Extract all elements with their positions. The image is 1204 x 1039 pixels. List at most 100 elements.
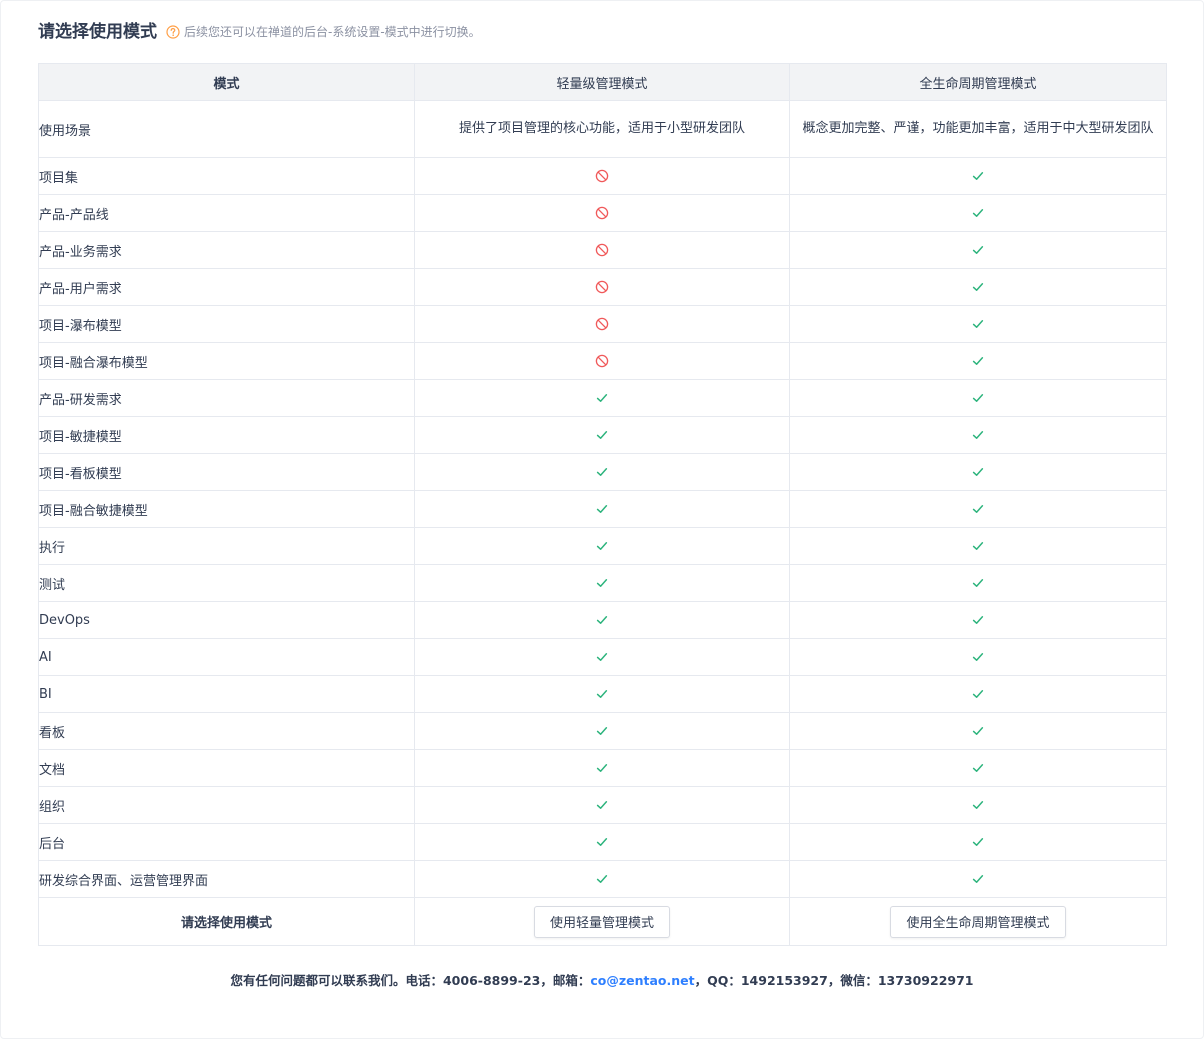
check-icon (595, 539, 609, 553)
table-row: AI (38, 638, 1167, 676)
ban-icon (595, 206, 609, 220)
table-row: 产品-业务需求 (38, 231, 1167, 269)
light-mode-support (414, 453, 790, 491)
full-mode-support (789, 305, 1167, 343)
feature-name: 产品-业务需求 (38, 231, 415, 269)
use-full-mode-button[interactable]: 使用全生命周期管理模式 (890, 905, 1066, 938)
table-row: 看板 (38, 712, 1167, 750)
contact-prefix: 您有任何问题都可以联系我们。电话：4006-8899-23，邮箱： (230, 973, 591, 988)
check-icon (971, 169, 985, 183)
full-mode-support (789, 453, 1167, 491)
header-tip: 后续您还可以在禅道的后台-系统设置-模式中进行切换。 (184, 25, 481, 39)
check-icon (971, 576, 985, 590)
full-mode-support (789, 416, 1167, 454)
table-row: 测试 (38, 564, 1167, 602)
footer-label: 请选择使用模式 (38, 897, 415, 946)
scene-row: 使用场景 提供了项目管理的核心功能，适用于小型研发团队 概念更加完整、严谨，功能… (38, 100, 1167, 158)
footer-full-cell: 使用全生命周期管理模式 (789, 897, 1167, 946)
feature-name: 文档 (38, 749, 415, 787)
light-mode-support (414, 823, 790, 861)
full-mode-support (789, 490, 1167, 528)
feature-name: 产品-研发需求 (38, 379, 415, 417)
check-icon (595, 835, 609, 849)
ban-icon (595, 354, 609, 368)
feature-name: 测试 (38, 564, 415, 602)
full-mode-support (789, 786, 1167, 824)
light-mode-support (414, 712, 790, 750)
scene-label: 使用场景 (38, 100, 415, 158)
footer-row: 请选择使用模式 使用轻量管理模式 使用全生命周期管理模式 (38, 897, 1167, 946)
light-mode-support (414, 638, 790, 676)
light-mode-support (414, 675, 790, 713)
table-row: 产品-用户需求 (38, 268, 1167, 306)
light-mode-support (414, 305, 790, 343)
table-row: 产品-产品线 (38, 194, 1167, 232)
check-icon (595, 428, 609, 442)
mode-comparison-table: 模式 轻量级管理模式 全生命周期管理模式 使用场景 提供了项目管理的核心功能，适… (38, 63, 1167, 946)
footer-light-cell: 使用轻量管理模式 (414, 897, 790, 946)
light-mode-support (414, 157, 790, 195)
table-row: 项目-融合敏捷模型 (38, 490, 1167, 528)
light-mode-support (414, 860, 790, 898)
page-title: 请选择使用模式 (38, 22, 157, 42)
table-header-row: 模式 轻量级管理模式 全生命周期管理模式 (38, 63, 1167, 101)
check-icon (595, 391, 609, 405)
light-mode-support (414, 601, 790, 639)
check-icon (595, 576, 609, 590)
check-icon (971, 280, 985, 294)
check-icon (595, 502, 609, 516)
check-icon (971, 539, 985, 553)
contact-suffix: ，QQ：1492153927，微信：13730922971 (694, 973, 974, 988)
feature-name: 看板 (38, 712, 415, 750)
full-mode-support (789, 749, 1167, 787)
check-icon (971, 428, 985, 442)
column-header-light: 轻量级管理模式 (414, 63, 790, 101)
full-mode-support (789, 860, 1167, 898)
light-mode-support (414, 749, 790, 787)
table-row: BI (38, 675, 1167, 713)
feature-name: 项目-融合瀑布模型 (38, 342, 415, 380)
light-mode-support (414, 379, 790, 417)
check-icon (595, 465, 609, 479)
feature-name: 研发综合界面、运营管理界面 (38, 860, 415, 898)
check-icon (595, 613, 609, 627)
feature-name: 产品-产品线 (38, 194, 415, 232)
check-icon (971, 354, 985, 368)
table-row: 研发综合界面、运营管理界面 (38, 860, 1167, 898)
use-light-mode-button[interactable]: 使用轻量管理模式 (533, 905, 670, 938)
scene-light-desc: 提供了项目管理的核心功能，适用于小型研发团队 (414, 100, 790, 158)
check-icon (971, 798, 985, 812)
check-icon (595, 724, 609, 738)
check-icon (971, 243, 985, 257)
full-mode-support (789, 379, 1167, 417)
full-mode-support (789, 268, 1167, 306)
light-mode-support (414, 231, 790, 269)
table-row: 组织 (38, 786, 1167, 824)
table-row: 产品-研发需求 (38, 379, 1167, 417)
page-header: 请选择使用模式 后续您还可以在禅道的后台-系统设置-模式中进行切换。 (38, 20, 481, 44)
feature-name: AI (38, 638, 415, 676)
check-icon (595, 761, 609, 775)
ban-icon (595, 243, 609, 257)
table-body: 使用场景 提供了项目管理的核心功能，适用于小型研发团队 概念更加完整、严谨，功能… (38, 100, 1167, 898)
feature-name: 组织 (38, 786, 415, 824)
contact-email-link[interactable]: co@zentao.net (590, 973, 694, 988)
feature-name: 项目-瀑布模型 (38, 305, 415, 343)
check-icon (971, 761, 985, 775)
table-row: 项目-看板模型 (38, 453, 1167, 491)
feature-name: 执行 (38, 527, 415, 565)
feature-name: 产品-用户需求 (38, 268, 415, 306)
full-mode-support (789, 823, 1167, 861)
question-circle-icon[interactable] (166, 25, 180, 39)
table-row: 后台 (38, 823, 1167, 861)
check-icon (595, 687, 609, 701)
full-mode-support (789, 564, 1167, 602)
ban-icon (595, 317, 609, 331)
feature-name: 项目集 (38, 157, 415, 195)
check-icon (971, 206, 985, 220)
light-mode-support (414, 342, 790, 380)
light-mode-support (414, 786, 790, 824)
light-mode-support (414, 564, 790, 602)
feature-name: 项目-融合敏捷模型 (38, 490, 415, 528)
feature-name: 后台 (38, 823, 415, 861)
